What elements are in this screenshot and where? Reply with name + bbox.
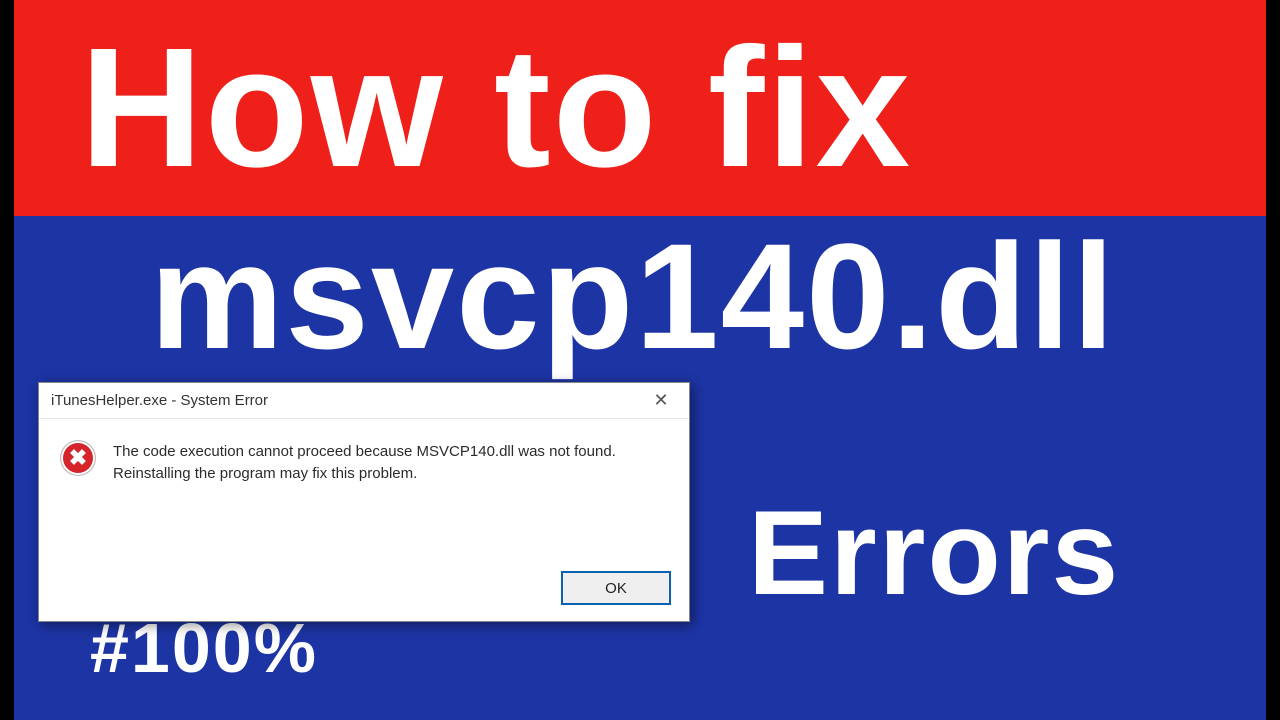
headline-line1: How to fix [80, 10, 912, 206]
error-icon-glyph: ✖ [69, 447, 87, 469]
dialog-footer: OK [561, 571, 671, 605]
system-error-dialog: iTunesHelper.exe - System Error ✕ ✖ The … [38, 382, 690, 622]
dialog-titlebar[interactable]: iTunesHelper.exe - System Error ✕ [39, 383, 689, 419]
close-button[interactable]: ✕ [639, 387, 683, 415]
dialog-message: The code execution cannot proceed becaus… [113, 441, 653, 485]
dialog-title: iTunesHelper.exe - System Error [51, 392, 268, 409]
headline-line2: msvcp140.dll [150, 210, 1116, 383]
thumbnail-stage: How to fix msvcp140.dll Errors #100% iTu… [0, 0, 1280, 720]
error-icon-circle: ✖ [61, 441, 95, 475]
ok-button[interactable]: OK [561, 571, 671, 605]
dialog-body: ✖ The code execution cannot proceed beca… [39, 419, 689, 497]
letterbox-left [0, 0, 14, 720]
error-icon: ✖ [61, 441, 97, 485]
letterbox-right [1266, 0, 1280, 720]
close-icon: ✕ [653, 390, 668, 411]
headline-line3: Errors [748, 484, 1120, 622]
